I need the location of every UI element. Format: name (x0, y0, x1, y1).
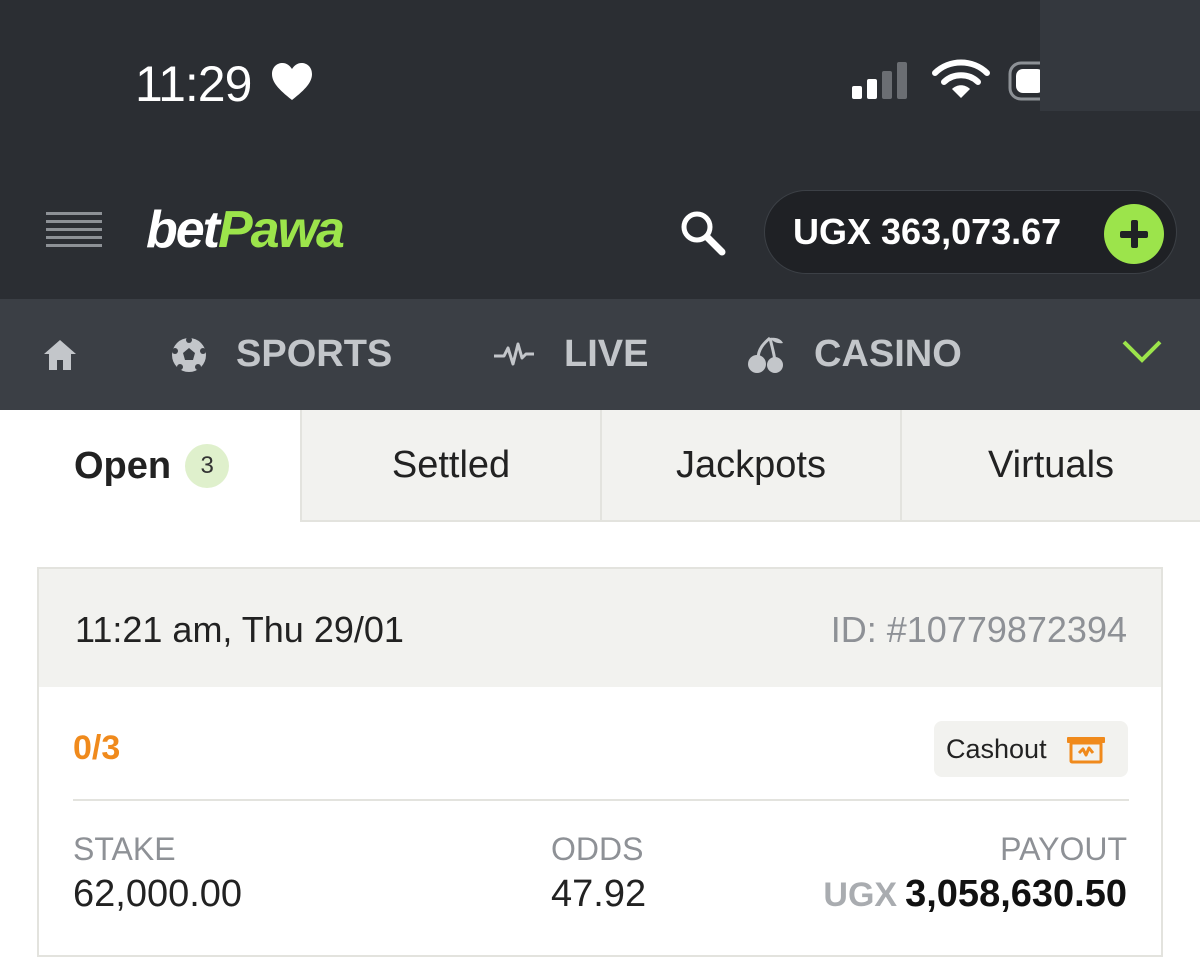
cashout-button[interactable]: Cashout (934, 721, 1128, 777)
bet-card-header: 11:21 am, Thu 29/01 ID: #10779872394 (39, 569, 1161, 687)
status-time: 11:29 (135, 56, 252, 112)
main-nav-bar: SPORTS LIVE CASINO (0, 299, 1200, 410)
tab-jackpots-label: Jackpots (676, 443, 826, 486)
menu-icon[interactable] (46, 212, 102, 252)
home-icon (44, 339, 76, 370)
card-divider (73, 799, 1129, 801)
betpawa-logo[interactable]: betPawa (146, 200, 345, 260)
nav-overflow-fade (1040, 0, 1200, 111)
payout-currency: UGX (823, 876, 898, 914)
tab-settled[interactable]: Settled (300, 410, 600, 522)
nav-home[interactable] (42, 299, 106, 410)
stake-label: STAKE (73, 831, 176, 867)
tab-open[interactable]: Open 3 (0, 410, 300, 522)
deposit-plus-button[interactable] (1104, 204, 1164, 264)
tab-jackpots[interactable]: Jackpots (600, 410, 900, 522)
wifi-icon (932, 59, 990, 98)
bet-tabs: Open 3 Settled Jackpots Virtuals (0, 410, 1200, 522)
payout-value: 3,058,630.50 (905, 873, 1127, 915)
status-bar: 11:29 (0, 0, 1200, 165)
bet-card[interactable]: 11:21 am, Thu 29/01 ID: #10779872394 0/3… (37, 567, 1163, 957)
open-count-badge: 3 (185, 444, 230, 488)
bet-datetime: 11:21 am, Thu 29/01 (75, 609, 404, 650)
cherries-icon (748, 336, 783, 373)
nav-casino-label: CASINO (814, 333, 962, 375)
payout-amount: UGX 3,058,630.50 (823, 873, 1127, 916)
cashout-label: Cashout (946, 733, 1047, 764)
tab-virtuals-label: Virtuals (987, 443, 1115, 486)
tab-virtuals[interactable]: Virtuals (900, 410, 1200, 522)
bet-progress: 0/3 (73, 729, 121, 767)
chevron-down-icon[interactable] (1120, 336, 1164, 366)
soccer-ball-icon (172, 336, 206, 372)
stake-value: 62,000.00 (73, 873, 243, 915)
bet-id: ID: #10779872394 (830, 609, 1127, 650)
payout-label: PAYOUT (1000, 831, 1127, 867)
nav-live-label: LIVE (564, 333, 649, 375)
nav-casino[interactable]: CASINO (746, 299, 962, 410)
heart-icon (272, 63, 312, 100)
live-pulse-icon (494, 342, 534, 365)
balance-amount: UGX 363,073.67 (793, 211, 1062, 252)
cellular-signal-icon (852, 62, 907, 99)
tab-settled-label: Settled (391, 443, 511, 486)
odds-label: ODDS (551, 831, 644, 867)
nav-live[interactable]: LIVE (492, 299, 648, 410)
nav-sports[interactable]: SPORTS (170, 299, 392, 410)
odds-value: 47.92 (551, 873, 647, 915)
cashout-money-icon (1066, 737, 1105, 764)
nav-sports-label: SPORTS (236, 333, 393, 375)
balance-pill[interactable]: UGX 363,073.67 (764, 190, 1177, 274)
search-icon[interactable] (678, 208, 726, 256)
tab-open-label: Open (74, 444, 172, 487)
